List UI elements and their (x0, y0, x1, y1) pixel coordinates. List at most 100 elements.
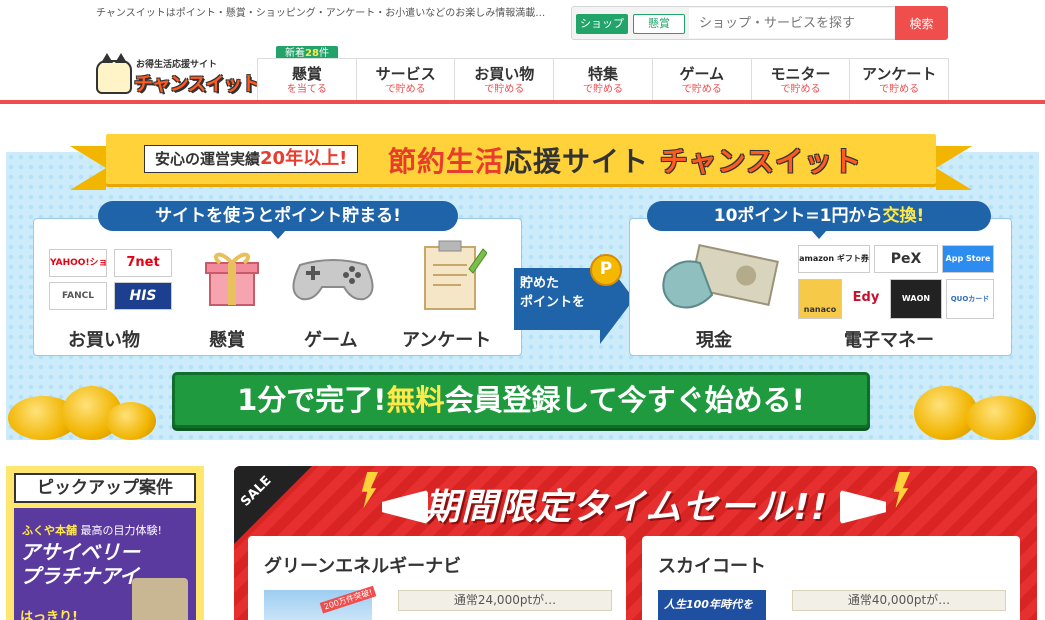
nav-sublabel: で貯める (681, 84, 722, 95)
nav-item-feature[interactable]: 特集 で貯める (554, 59, 653, 101)
hero-title-highlight: 節約生活 (388, 145, 505, 178)
sale-title: 期間限定タイムセール!! (424, 487, 829, 528)
pickup-tagline: 最高の目力体験! (80, 524, 162, 537)
nav-label: モニター (770, 65, 831, 83)
clipboard-icon (421, 239, 488, 313)
exchange-label-emoney: 電子マネー (844, 330, 934, 351)
nav-sublabel: を当てる (286, 84, 327, 95)
gift-icon (200, 247, 264, 307)
pickup-name-line1: アサイベリー (20, 540, 140, 564)
nav-label: サービス (375, 65, 436, 83)
category-label-prize: 懸賞 (209, 330, 245, 351)
nav-label: ゲーム (679, 65, 725, 83)
search-bar: ショップ 懸賞 検索 (571, 6, 948, 40)
sale-card-normal-points: 通常40,000ptが… (792, 590, 1006, 611)
search-button[interactable]: 検索 (895, 6, 948, 40)
global-nav: 懸賞 を当てる サービス で貯める お買い物 で貯める 特集 で貯める ゲーム で貯める … (257, 58, 950, 101)
logo-name: チャンスイット (134, 73, 260, 95)
exchange-heading-highlight: 交換! (882, 206, 925, 226)
earn-points-heading: サイトを使うとポイント貯まる! (98, 201, 458, 239)
gamepad-icon (290, 253, 376, 313)
pex-logo: PeX (874, 245, 938, 273)
hero-title-rest: 応援サイト (504, 145, 650, 178)
exchange-arrow-text: 貯めた ポイントを (520, 274, 585, 312)
hero-ribbon: 安心の運営実績20年以上! 節約生活応援サイト チャンスイット (106, 134, 936, 184)
header-divider (0, 100, 1045, 104)
nav-item-survey[interactable]: アンケート で貯める (850, 59, 950, 101)
category-label-shopping: お買い物 (68, 330, 140, 351)
megaphone-icon (382, 490, 428, 524)
nav-sublabel: で貯める (879, 84, 920, 95)
sale-card-thumbnail: 人生100年時代を (658, 590, 766, 620)
sale-card-normal-points: 通常24,000ptが… (398, 590, 612, 611)
cta-highlight: 無料 (386, 383, 445, 417)
his-logo: HIS (114, 282, 172, 310)
sale-card-name: スカイコート (658, 556, 766, 577)
search-input[interactable] (689, 8, 894, 38)
7net-logo: 7net (114, 249, 172, 277)
coin-pile-icon (966, 396, 1036, 440)
time-sale-section: SALE 期間限定タイムセール!! グリーンエネルギーナビ 200万件突破! 通… (234, 466, 1037, 620)
nav-item-service[interactable]: サービス で貯める (356, 59, 456, 101)
pickup-footer: はっきり! (20, 610, 78, 620)
nav-label: 懸賞 (291, 65, 322, 83)
ribbon-tail-right (936, 146, 972, 190)
megaphone-icon (840, 490, 886, 524)
fancl-logo: FANCL (49, 282, 107, 310)
nav-label: 特集 (588, 65, 619, 83)
register-cta-button[interactable]: 1分で完了!無料会員登録して今すぐ始める! (172, 372, 870, 428)
pickup-card[interactable]: ふくや本舗 最高の目力体験! アサイベリー プラチナアイ はっきり! (14, 508, 196, 620)
nav-label: お買い物 (474, 65, 535, 83)
hero-title-logo: チャンスイット (659, 145, 862, 178)
pickup-brand: ふくや本舗 最高の目力体験! (22, 522, 162, 538)
product-package-image (132, 578, 188, 620)
sale-card-name: グリーンエネルギーナビ (264, 556, 462, 577)
sale-card[interactable]: スカイコート 人生100年時代を 通常40,000ptが… (642, 536, 1020, 620)
cash-wallet-icon (660, 243, 780, 313)
site-header: チャンスイットはポイント・懸賞・ショッピング・アンケート・お小遣いなどのお楽しみ… (0, 0, 1045, 104)
site-logo[interactable]: お得生活応援サイト チャンスイット (96, 53, 260, 98)
category-label-survey: アンケート (402, 330, 492, 351)
app-store-logo: App Store (942, 245, 994, 273)
nav-label: アンケート (861, 65, 937, 83)
amazon-gift-logo: amazon ギフト券 (798, 245, 870, 273)
nav-sublabel: で貯める (780, 84, 821, 95)
category-label-game: ゲーム (304, 330, 358, 351)
arrow-text-line1: 貯めた (520, 276, 560, 291)
coin-pile-icon (106, 402, 156, 440)
nav-sublabel: で貯める (385, 84, 426, 95)
edy-logo: Edy (852, 290, 880, 305)
arrow-text-line2: ポイントを (520, 295, 586, 310)
exchange-heading: 10ポイント=1円から交換! (647, 201, 991, 239)
quo-card-logo: QUOカード (946, 279, 994, 319)
hero-banner[interactable]: 安心の運営実績20年以上! 節約生活応援サイト チャンスイット YAHOO!ショ… (6, 134, 1039, 440)
track-record-years: 20年以上! (260, 148, 348, 169)
hero-title: 節約生活応援サイト チャンスイット (388, 140, 862, 180)
pickup-title: ピックアップ案件 (14, 473, 196, 503)
search-tab-shop[interactable]: ショップ (576, 14, 628, 34)
thumbnail-tag: 200万件突破! (319, 585, 377, 614)
cat-mascot-icon (96, 53, 132, 94)
sale-card-thumbnail: 200万件突破! (264, 585, 377, 620)
search-tab-prize[interactable]: 懸賞 (633, 14, 685, 34)
pickup-section: ピックアップ案件 ふくや本舗 最高の目力体験! アサイベリー プラチナアイ はっき… (6, 466, 204, 620)
thumbnail-text: 人生100年時代を (664, 598, 753, 611)
yahoo-shopping-logo: YAHOO!ショッピング (49, 249, 107, 277)
cta-prefix: 1分で完了! (237, 383, 387, 417)
nav-item-prize[interactable]: 懸賞 を当てる (258, 59, 357, 101)
nav-item-game[interactable]: ゲーム で貯める (652, 59, 752, 101)
nanaco-logo: nanaco (798, 279, 842, 319)
track-record-label: 安心の運営実績 (155, 150, 261, 168)
waon-logo: WAON (890, 279, 942, 319)
sale-card[interactable]: グリーンエネルギーナビ 200万件突破! 通常24,000ptが… (248, 536, 626, 620)
lightning-icon (893, 472, 910, 508)
nav-sublabel: で貯める (583, 84, 624, 95)
nav-item-shopping[interactable]: お買い物 で貯める (455, 59, 555, 101)
exchange-label-cash: 現金 (696, 330, 732, 351)
pickup-name-line2: プラチナアイ (20, 564, 139, 588)
exchange-heading-text: 10ポイント=1円から (713, 206, 883, 226)
nav-item-monitor[interactable]: モニター で貯める (751, 59, 851, 101)
pickup-brand-name: ふくや本舗 (22, 524, 77, 537)
ribbon-tail-left (70, 146, 106, 190)
track-record-box: 安心の運営実績20年以上! (144, 145, 359, 173)
